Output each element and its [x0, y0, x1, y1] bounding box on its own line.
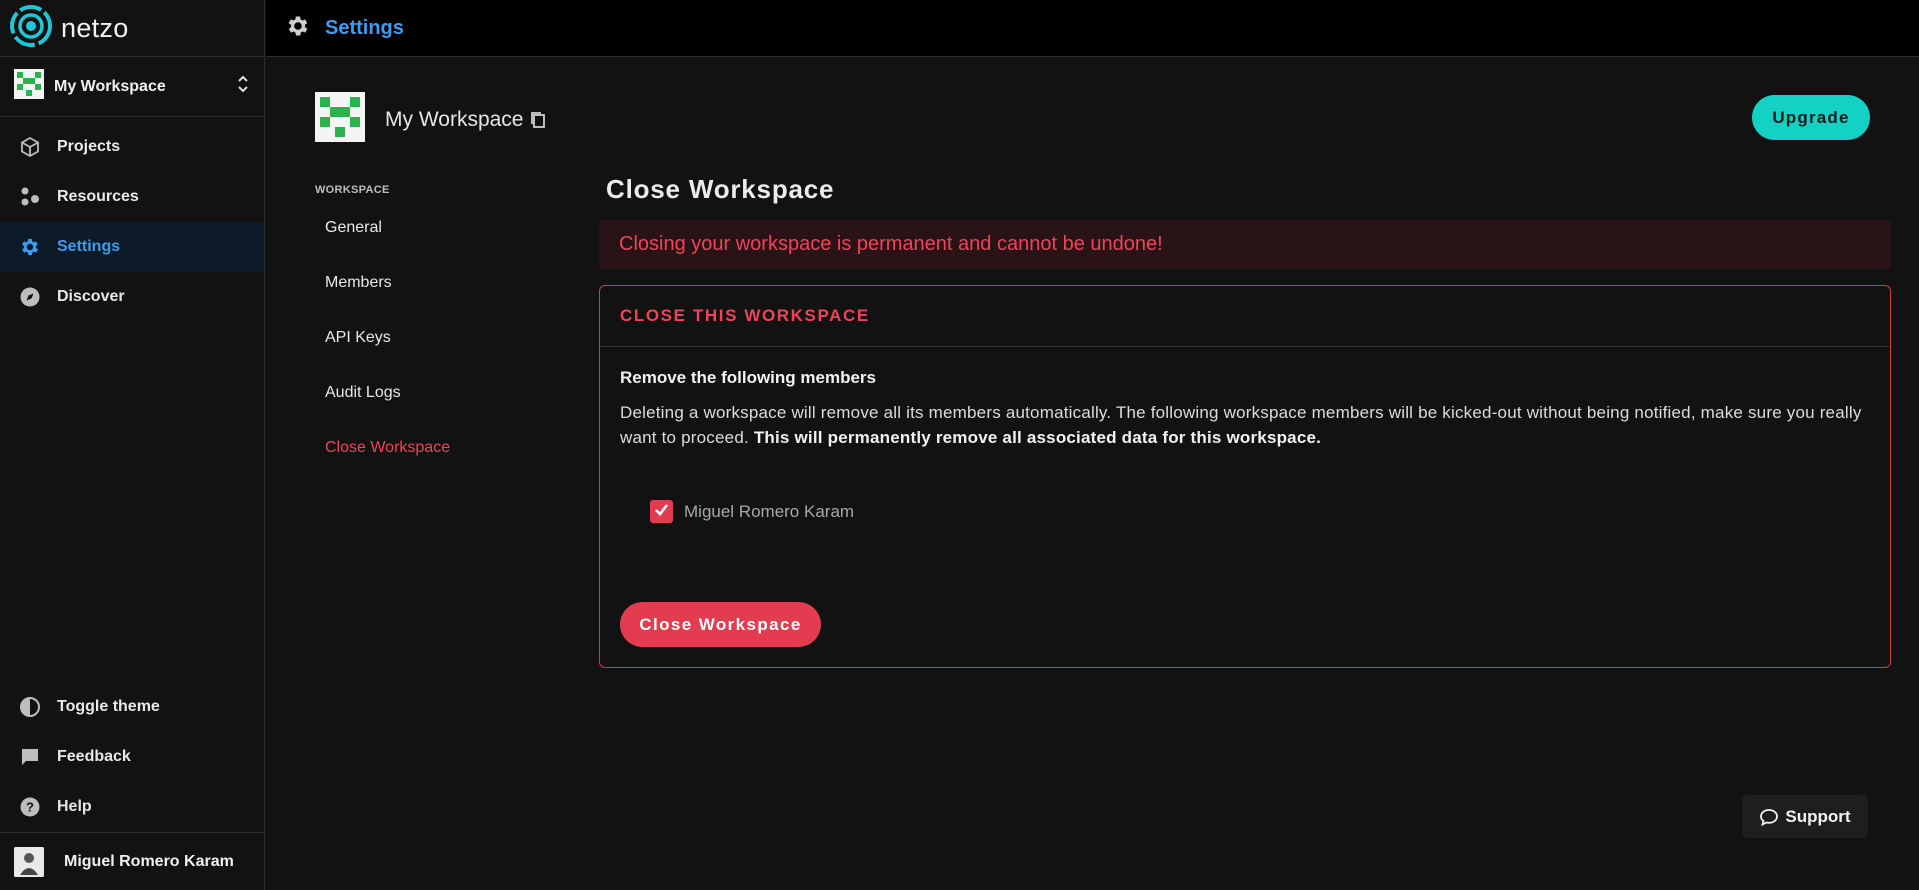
- sidebar-item-label: Projects: [57, 138, 121, 155]
- section-title: Close Workspace: [606, 174, 835, 204]
- cube-icon: [19, 136, 41, 158]
- subnav-heading: WORKSPACE: [315, 184, 390, 196]
- app-root: netzo My Workspace Projects Resources Se…: [0, 0, 1919, 890]
- chat-bubble-icon: [1759, 808, 1779, 826]
- subnav-item-general[interactable]: General: [315, 218, 515, 273]
- workspace-avatar-icon: [14, 69, 44, 104]
- user-name: Miguel Romero Karam: [64, 852, 234, 870]
- close-workspace-card: CLOSE THIS WORKSPACE Remove the followin…: [599, 285, 1891, 668]
- avatar: [14, 846, 44, 877]
- subnav-item-close-workspace[interactable]: Close Workspace: [315, 438, 515, 493]
- subnav-item-api-keys[interactable]: API Keys: [315, 328, 515, 383]
- settings-subnav: WORKSPACE General Members API Keys Audit…: [315, 184, 515, 493]
- card-title: CLOSE THIS WORKSPACE: [600, 286, 1890, 347]
- member-row: Miguel Romero Karam: [650, 500, 1870, 523]
- support-button[interactable]: Support: [1742, 795, 1868, 838]
- member-name: Miguel Romero Karam: [684, 501, 855, 521]
- subnav-item-members[interactable]: Members: [315, 273, 515, 328]
- sidebar: netzo My Workspace Projects Resources Se…: [0, 0, 265, 890]
- member-checkbox[interactable]: [650, 500, 673, 523]
- netzo-logo-icon: [8, 3, 54, 54]
- workspace-header: My Workspace: [315, 92, 547, 147]
- sidebar-item-label: Discover: [57, 288, 125, 305]
- compass-icon: [19, 286, 41, 308]
- svg-text:?: ?: [26, 800, 34, 815]
- close-workspace-section: Close Workspace Closing your workspace i…: [599, 174, 1891, 668]
- page-title: Settings: [325, 16, 404, 39]
- gear-icon: [285, 13, 311, 44]
- help-icon: ?: [19, 796, 41, 818]
- help-button[interactable]: ? Help: [0, 782, 264, 832]
- contrast-icon: [19, 696, 41, 718]
- workspace-switcher[interactable]: My Workspace: [0, 57, 264, 117]
- workspace-logo-icon: [315, 92, 365, 147]
- toggle-theme-label: Toggle theme: [57, 698, 160, 715]
- sidebar-item-resources[interactable]: Resources: [0, 172, 264, 222]
- gear-icon: [19, 236, 41, 258]
- danger-alert: Closing your workspace is permanent and …: [599, 220, 1891, 269]
- upgrade-button[interactable]: Upgrade: [1752, 95, 1870, 140]
- sidebar-item-projects[interactable]: Projects: [0, 122, 264, 172]
- user-menu[interactable]: Miguel Romero Karam: [0, 832, 264, 890]
- feedback-icon: [19, 746, 41, 768]
- workspace-name: My Workspace: [385, 107, 524, 131]
- sidebar-item-label: Resources: [57, 188, 139, 205]
- workspace-switcher-name: My Workspace: [54, 77, 166, 95]
- topbar: Settings: [266, 0, 1919, 57]
- sidebar-item-label: Settings: [57, 238, 121, 255]
- resources-icon: [19, 186, 41, 208]
- brand-name: netzo: [61, 12, 129, 43]
- feedback-label: Feedback: [57, 748, 131, 765]
- warning-description: Deleting a workspace will remove all its…: [620, 400, 1870, 450]
- brand[interactable]: netzo: [0, 0, 264, 57]
- members-subtitle: Remove the following members: [620, 368, 876, 387]
- toggle-theme-button[interactable]: Toggle theme: [0, 682, 264, 732]
- copy-icon[interactable]: [529, 111, 547, 129]
- chevron-up-down-icon: [236, 74, 250, 99]
- help-label: Help: [57, 798, 92, 815]
- close-workspace-button[interactable]: Close Workspace: [620, 602, 821, 647]
- description-bold-text: This will permanently remove all associa…: [753, 428, 1322, 447]
- sidebar-item-settings[interactable]: Settings: [0, 222, 264, 272]
- subnav-item-audit-logs[interactable]: Audit Logs: [315, 383, 515, 438]
- check-icon: [653, 501, 670, 523]
- feedback-button[interactable]: Feedback: [0, 732, 264, 782]
- support-label: Support: [1785, 806, 1851, 826]
- main-content: My Workspace Upgrade WORKSPACE General M…: [266, 58, 1919, 890]
- sidebar-item-discover[interactable]: Discover: [0, 272, 264, 322]
